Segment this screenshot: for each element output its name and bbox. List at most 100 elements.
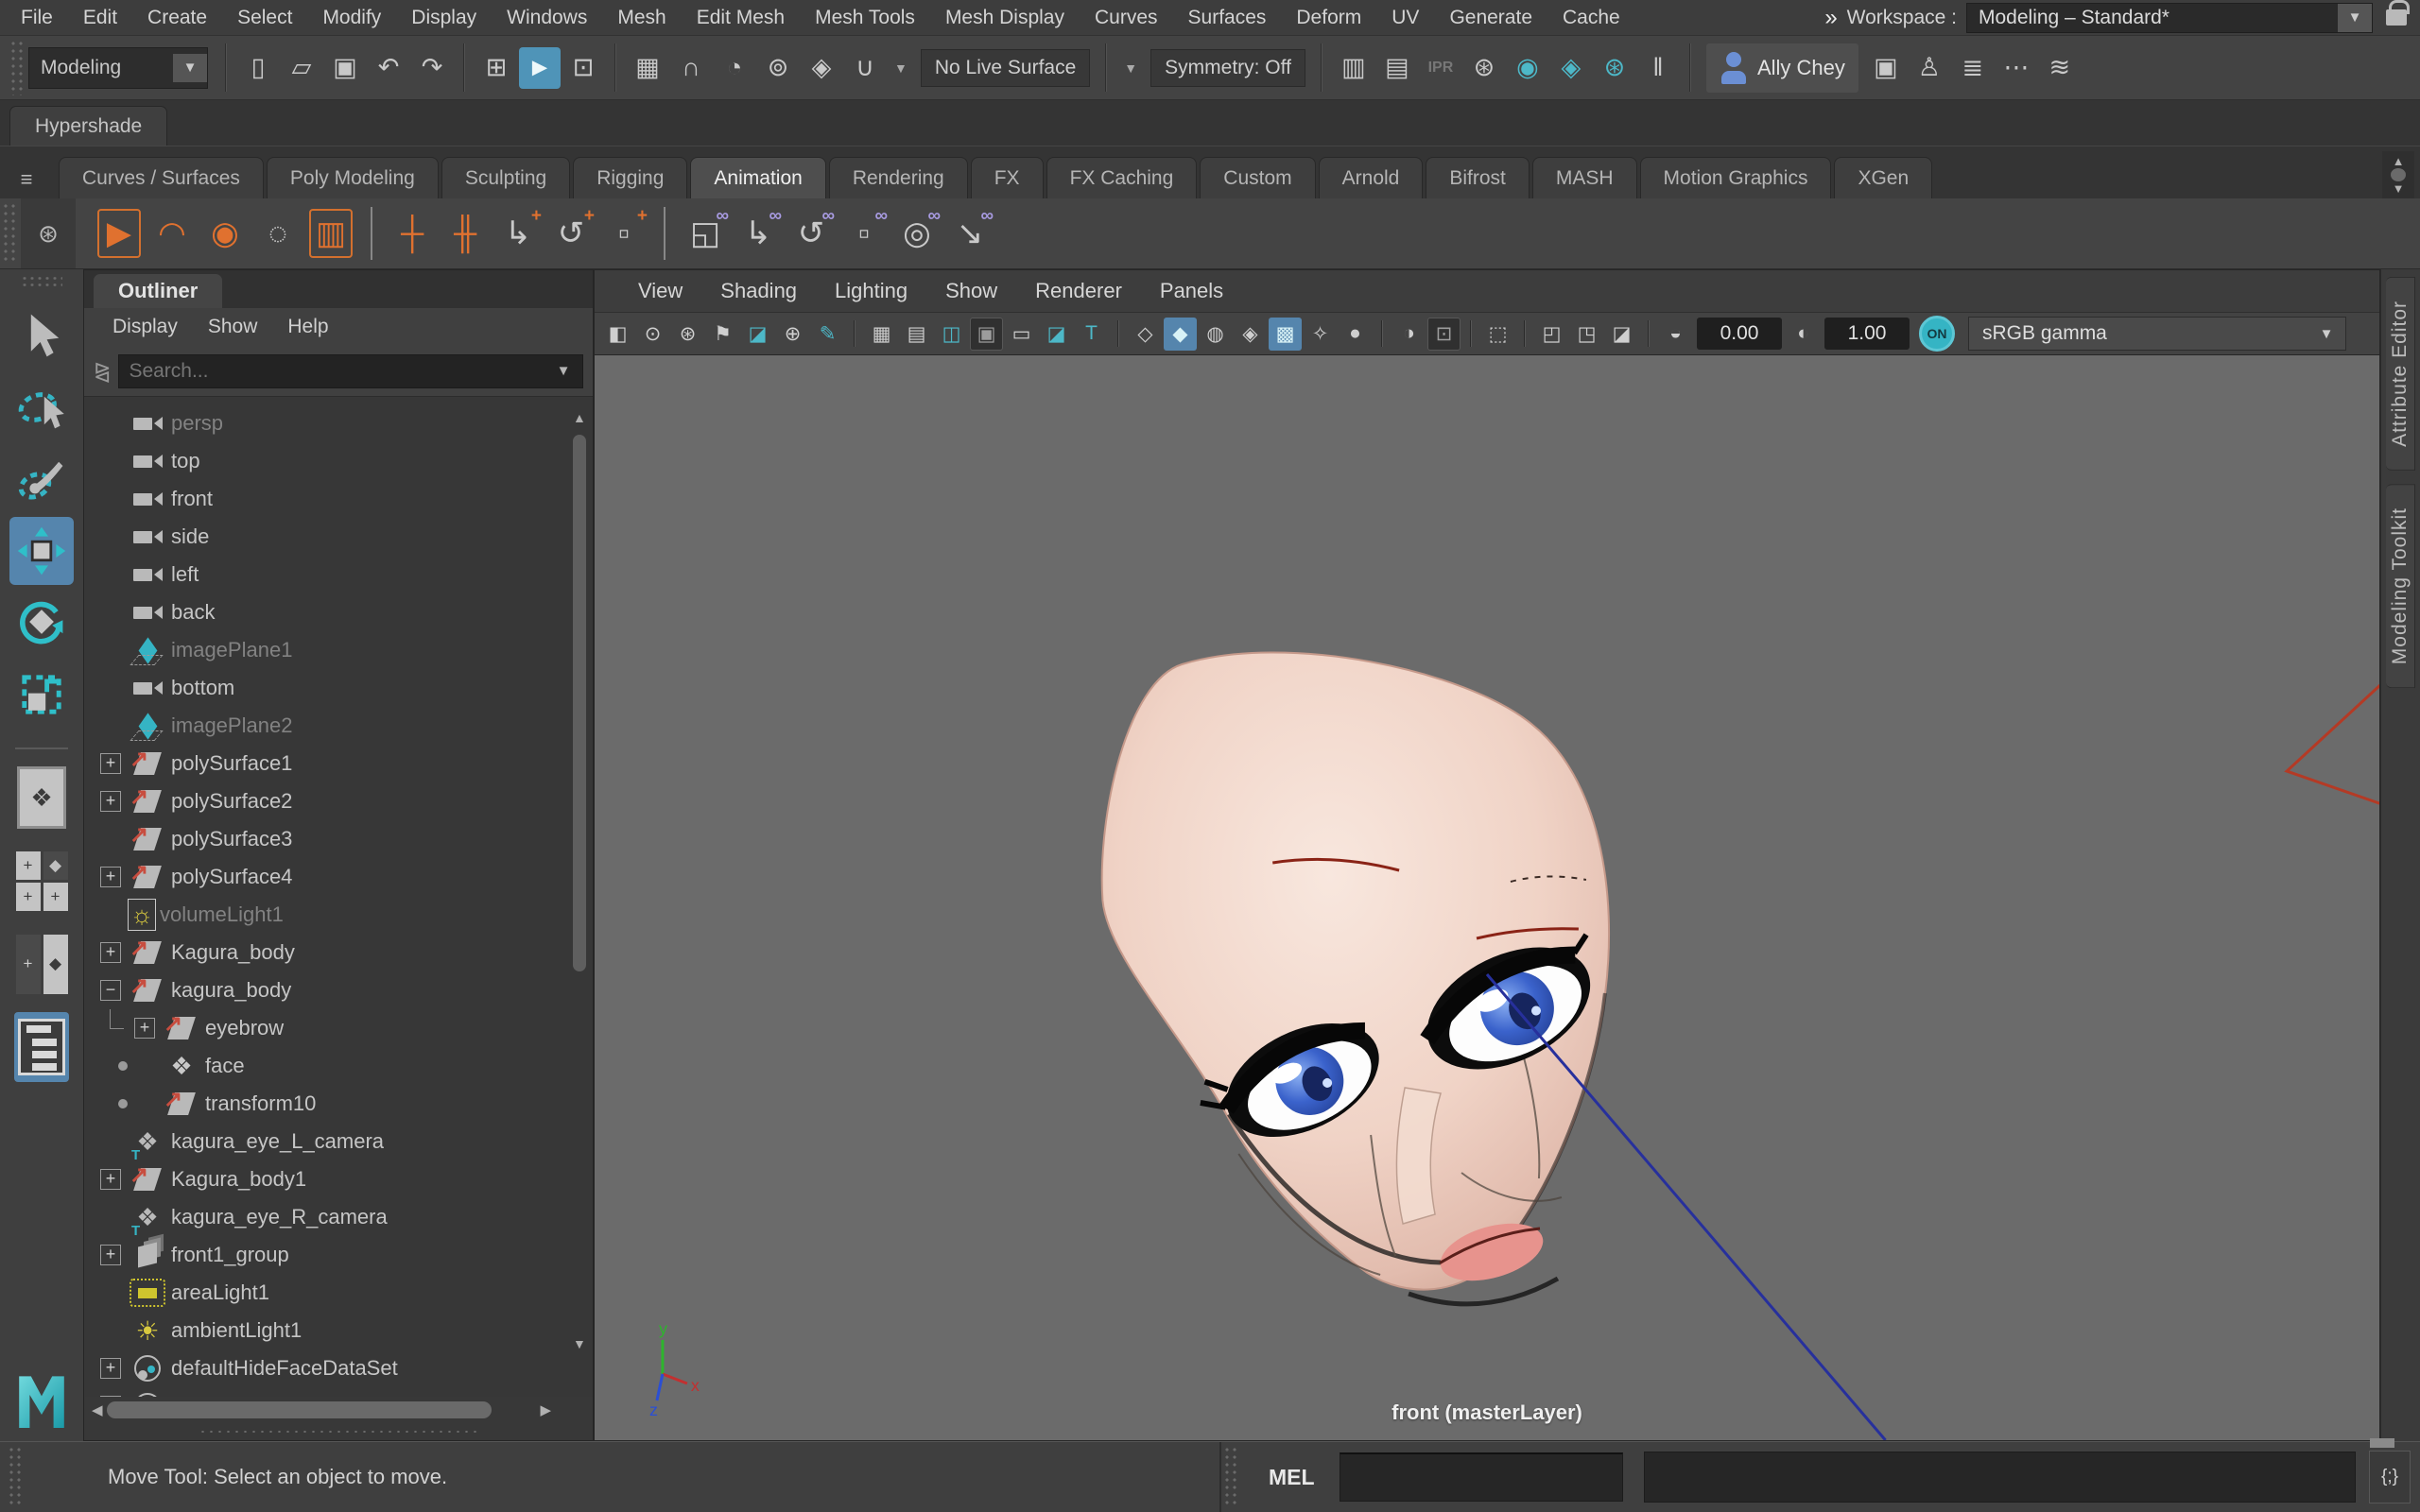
viewport-menu-shading[interactable]: Shading bbox=[701, 279, 816, 303]
snap-more-arrow-icon[interactable]: ▼ bbox=[894, 60, 908, 76]
outliner-item-defaulthidefacedataset[interactable]: + defaultHideFaceDataSet bbox=[84, 1349, 593, 1387]
outliner-item-polysurface3[interactable]: polySurface3 bbox=[84, 820, 593, 858]
point-constraint-icon[interactable]: ↳ ∞ bbox=[733, 206, 784, 261]
orient-constraint-icon[interactable]: ↺ ∞ bbox=[786, 206, 837, 261]
field-chart-icon[interactable]: T bbox=[1075, 318, 1108, 351]
scroll-up-icon[interactable]: ▲ bbox=[573, 410, 586, 425]
workspace-chevron-icon[interactable]: » bbox=[1824, 5, 1837, 31]
shelf-tab-fx[interactable]: FX bbox=[970, 157, 1044, 198]
outliner-item-face[interactable]: face bbox=[84, 1047, 593, 1085]
outliner-menu-display[interactable]: Display bbox=[97, 316, 193, 338]
attribute-spread-icon[interactable]: ⋯ bbox=[1996, 47, 2037, 89]
commandline-grip[interactable] bbox=[1223, 1446, 1240, 1508]
shelf-tab-xgen[interactable]: XGen bbox=[1834, 157, 1933, 198]
expander-kagura-body[interactable]: + bbox=[94, 942, 128, 963]
viewport-canvas[interactable]: y x z front (masterLayer) bbox=[595, 355, 2379, 1440]
scroll-left-icon[interactable]: ◀ bbox=[92, 1401, 103, 1418]
expand-minus-icon[interactable]: − bbox=[100, 980, 121, 1001]
shelf-tab-curves-surfaces[interactable]: Curves / Surfaces bbox=[59, 157, 264, 198]
render-setup-icon[interactable]: ◉ bbox=[1507, 47, 1548, 89]
script-editor-icon[interactable]: {;} bbox=[2369, 1438, 2411, 1503]
tab-outliner[interactable]: Outliner bbox=[94, 274, 223, 308]
safe-title-icon[interactable]: ◪ bbox=[1040, 318, 1073, 351]
colorspace-arrow-icon[interactable]: ▼ bbox=[2308, 326, 2345, 342]
outliner-item-defaultlightset[interactable]: +defaultLightSet bbox=[84, 1387, 593, 1397]
poly-export-icon[interactable]: ▣ bbox=[1865, 47, 1907, 89]
snap-point-icon[interactable]: ◔ bbox=[714, 47, 755, 89]
shaded-icon[interactable]: ◆ bbox=[1164, 317, 1197, 351]
vscroll-thumb[interactable] bbox=[573, 435, 586, 972]
shelf-tab-arnold[interactable]: Arnold bbox=[1318, 157, 1424, 198]
shelf-tab-motion-graphics[interactable]: Motion Graphics bbox=[1639, 157, 1832, 198]
occlusion-icon[interactable]: ◑ bbox=[1392, 318, 1426, 351]
two-pane-layout[interactable]: + ◆ bbox=[14, 929, 69, 999]
outliner-persp-layout[interactable] bbox=[14, 1012, 69, 1082]
rotate-tool[interactable] bbox=[9, 589, 74, 657]
menu-edit-mesh[interactable]: Edit Mesh bbox=[682, 7, 800, 29]
scale-constraint-icon[interactable]: ▫ ∞ bbox=[838, 206, 890, 261]
camera-attributes-icon[interactable]: ⊛ bbox=[671, 318, 704, 351]
shelf-scroll-up-icon[interactable]: ▲ bbox=[2393, 154, 2405, 168]
outliner-item-bottom[interactable]: bottom bbox=[84, 669, 593, 707]
expand-plus-icon[interactable]: + bbox=[100, 1245, 121, 1265]
expander-eyebrow[interactable]: + bbox=[128, 1018, 162, 1039]
statusbar-grip[interactable] bbox=[8, 1446, 25, 1508]
outliner-item-back[interactable]: back bbox=[84, 593, 593, 631]
flat-shade-icon[interactable]: ◈ bbox=[1234, 318, 1267, 351]
exposure-icon[interactable]: ◒ bbox=[1659, 318, 1692, 351]
bookmark-icon[interactable]: ⚑ bbox=[706, 318, 739, 351]
workspace-lock-icon[interactable] bbox=[2386, 0, 2410, 26]
snap-grid-icon[interactable]: ▦ bbox=[627, 47, 668, 89]
menu-cache[interactable]: Cache bbox=[1547, 7, 1635, 29]
menu-edit[interactable]: Edit bbox=[68, 7, 132, 29]
separate-layers-icon[interactable]: ◰ bbox=[1535, 318, 1568, 351]
pause-viewport-icon[interactable]: ‖ bbox=[1637, 47, 1679, 89]
set-key-translate-icon[interactable]: ┼ bbox=[387, 206, 438, 261]
set-key-icon[interactable]: ◉ bbox=[199, 206, 251, 261]
outliner-menu-show[interactable]: Show bbox=[193, 316, 273, 338]
lasso-tool[interactable] bbox=[9, 373, 74, 441]
select-camera-icon[interactable]: ◧ bbox=[601, 318, 634, 351]
pan-zoom-icon[interactable]: ⊕ bbox=[776, 318, 809, 351]
menu-surfaces[interactable]: Surfaces bbox=[1173, 7, 1282, 29]
render-frame-icon[interactable]: ▤ bbox=[1376, 47, 1418, 89]
outliner-item-kagura-body[interactable]: − kagura_body bbox=[84, 971, 593, 1009]
outliner-item-transform10[interactable]: transform10 bbox=[84, 1085, 593, 1123]
workspace-dropdown-arrow-icon[interactable]: ▼ bbox=[2338, 3, 2372, 32]
snap-projected-center-icon[interactable]: ⊚ bbox=[757, 47, 799, 89]
expander-front1-group[interactable]: + bbox=[94, 1245, 128, 1265]
four-pane-layout[interactable]: + ◆ + + bbox=[14, 846, 69, 916]
layer-overrides-icon[interactable]: ◳ bbox=[1570, 318, 1603, 351]
shelf-grip[interactable] bbox=[2, 202, 19, 265]
gamma-field[interactable]: 1.00 bbox=[1824, 318, 1910, 350]
resolution-gate-icon[interactable]: ◫ bbox=[935, 318, 968, 351]
outliner-item-kagura-body1[interactable]: + Kagura_body1 bbox=[84, 1160, 593, 1198]
snap-curve-icon[interactable]: ∩ bbox=[670, 47, 712, 89]
outliner-item-polysurface2[interactable]: + polySurface2 bbox=[84, 782, 593, 820]
shelf-tab-animation[interactable]: Animation bbox=[690, 157, 826, 198]
grease-pencil-icon[interactable]: ✎ bbox=[811, 318, 844, 351]
lock-camera-icon[interactable]: ⊙ bbox=[636, 318, 669, 351]
expand-plus-icon[interactable]: + bbox=[100, 867, 121, 887]
set-breakdown-icon[interactable]: ◌ bbox=[252, 206, 303, 261]
shelf-tab-custom[interactable]: Custom bbox=[1200, 157, 1316, 198]
tab-attribute-editor[interactable]: Attribute Editor bbox=[2386, 277, 2415, 471]
head-model[interactable] bbox=[1100, 651, 1624, 1307]
menu-mesh[interactable]: Mesh bbox=[602, 7, 681, 29]
viewport-menu-show[interactable]: Show bbox=[926, 279, 1016, 303]
shelf-tab-mash[interactable]: MASH bbox=[1531, 157, 1637, 198]
expander-kagura-body[interactable]: − bbox=[94, 980, 128, 1001]
make-live-icon[interactable]: ∪ bbox=[844, 47, 886, 89]
shelf-tab-rendering[interactable]: Rendering bbox=[828, 157, 968, 198]
expand-plus-icon[interactable]: + bbox=[100, 753, 121, 774]
menu-select[interactable]: Select bbox=[222, 7, 307, 29]
shelf-scroll-down-icon[interactable]: ▼ bbox=[2393, 181, 2405, 196]
wireframe-on-shaded-icon[interactable]: ◍ bbox=[1199, 318, 1232, 351]
user-account-chip[interactable]: Ally Chey bbox=[1705, 43, 1858, 93]
safe-action-icon[interactable]: ▭ bbox=[1005, 318, 1038, 351]
viewport-menu-lighting[interactable]: Lighting bbox=[816, 279, 926, 303]
outliner-item-persp[interactable]: persp bbox=[84, 404, 593, 442]
snap-view-plane-icon[interactable]: ◈ bbox=[801, 47, 842, 89]
live-surface-field[interactable]: No Live Surface bbox=[920, 48, 1091, 87]
menu-generate[interactable]: Generate bbox=[1434, 7, 1547, 29]
